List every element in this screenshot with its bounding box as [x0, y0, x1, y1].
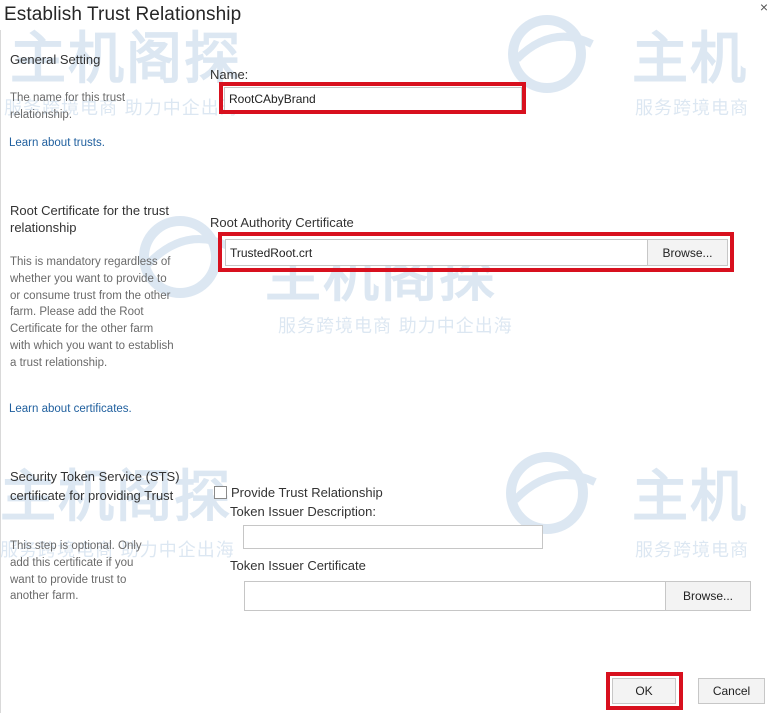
token-issuer-certificate-input[interactable] — [244, 581, 666, 611]
dialog-left-border — [0, 30, 1, 713]
root-certificate-browse-button[interactable]: Browse... — [647, 239, 728, 266]
provide-trust-checkbox[interactable] — [214, 486, 227, 499]
watermark-brand-short-text: 主机 — [632, 27, 748, 92]
learn-about-trusts-link[interactable]: Learn about trusts. — [9, 137, 105, 149]
general-setting-description: The name for this trust relationship. — [10, 92, 126, 121]
token-issuer-browse-button[interactable]: Browse... — [665, 581, 751, 611]
provide-trust-label: Provide Trust Relationship — [231, 485, 383, 500]
token-issuer-description-input[interactable] — [243, 525, 543, 549]
general-setting-heading: General Setting — [10, 52, 101, 67]
watermark-brand-lower-right-text: 主机 — [632, 465, 748, 530]
root-certificate-file-input[interactable]: TrustedRoot.crt — [225, 239, 648, 266]
close-icon[interactable]: × — [757, 0, 771, 14]
watermark-slogan-mid-text: 服务跨境电商 助力中企出海 — [278, 316, 513, 337]
root-certificate-description: This is mandatory regardless of whether … — [10, 256, 174, 369]
learn-about-certificates-link[interactable]: Learn about certificates. — [9, 403, 132, 415]
watermark-slogan-lower-right-text: 服务跨境电商 — [635, 540, 749, 561]
name-label: Name: — [210, 67, 249, 82]
dialog-title: Establish Trust Relationship — [4, 4, 242, 25]
root-certificate-heading: Root Certificate for the trust relations… — [10, 203, 169, 235]
cancel-button[interactable]: Cancel — [698, 678, 765, 704]
ok-button[interactable]: OK — [612, 678, 676, 704]
name-input[interactable]: RootCAbyBrand — [224, 87, 522, 111]
sts-description: This step is optional. Only add this cer… — [10, 540, 142, 603]
watermark-slogan-short-text: 服务跨境电商 — [635, 98, 749, 119]
watermark-logo-lower-right: 主机 — [632, 452, 748, 533]
watermark-slogan-lower-right: 服务跨境电商 — [635, 536, 749, 562]
token-issuer-description-label: Token Issuer Description: — [230, 504, 376, 519]
sts-heading: Security Token Service (STS) certificate… — [10, 469, 180, 503]
token-issuer-certificate-label: Token Issuer Certificate — [230, 558, 366, 573]
root-authority-certificate-label: Root Authority Certificate — [210, 215, 354, 230]
watermark-slogan-right: 服务跨境电商 — [635, 94, 749, 120]
watermark-slogan-mid: 服务跨境电商 助力中企出海 — [278, 312, 513, 338]
provide-trust-checkbox-row[interactable]: Provide Trust Relationship — [214, 485, 383, 500]
watermark-logo-right: 主机 — [632, 14, 748, 95]
